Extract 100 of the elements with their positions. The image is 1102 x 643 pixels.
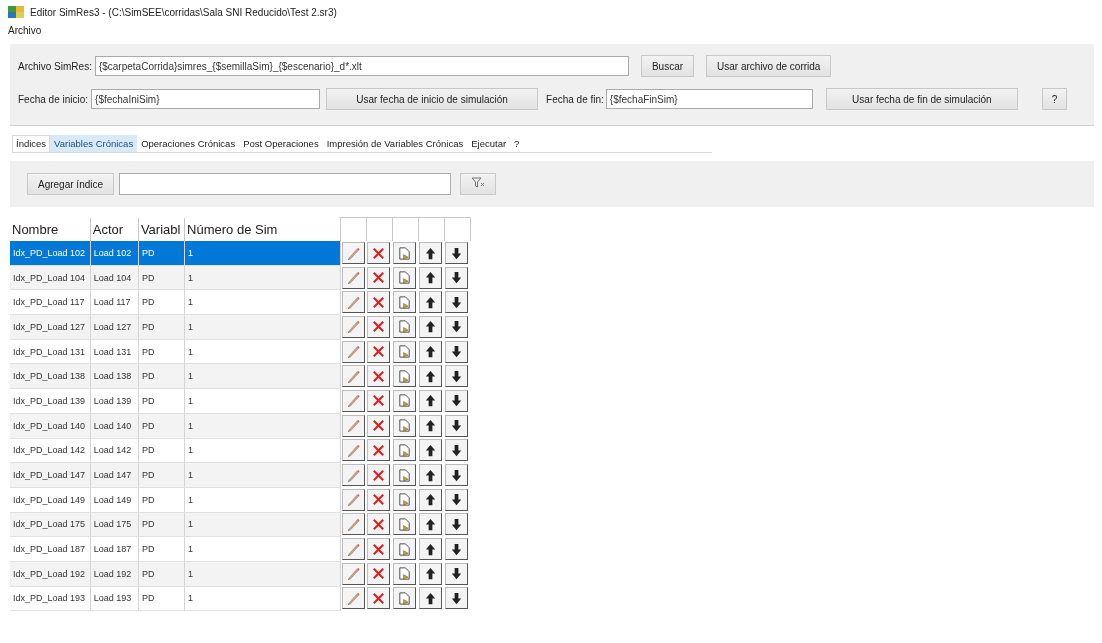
document-button[interactable]: [393, 242, 417, 265]
delete-button[interactable]: [367, 513, 391, 536]
edit-button[interactable]: [341, 340, 365, 363]
search-button[interactable]: Buscar: [640, 55, 695, 77]
document-button[interactable]: [393, 315, 417, 338]
tab[interactable]: ?: [510, 135, 524, 152]
edit-button[interactable]: [341, 488, 365, 511]
down-arrow-button[interactable]: [445, 562, 469, 585]
use-file-button[interactable]: Usar archivo de corrida: [706, 55, 832, 77]
up-arrow-button[interactable]: [419, 464, 443, 487]
edit-button[interactable]: [341, 513, 365, 536]
down-arrow-button[interactable]: [445, 513, 469, 536]
document-button[interactable]: [393, 340, 417, 363]
document-button[interactable]: [393, 488, 417, 511]
tab[interactable]: Índices: [12, 135, 51, 152]
document-button[interactable]: [393, 464, 417, 487]
column-header[interactable]: Actor: [90, 217, 139, 241]
down-arrow-button[interactable]: [445, 587, 469, 610]
edit-button[interactable]: [341, 562, 365, 585]
up-arrow-button[interactable]: [419, 389, 443, 412]
up-arrow-button[interactable]: [419, 414, 443, 437]
file-field[interactable]: {$carpetaCorrida}simres_{$semillaSim}_{$escenario}_d*.xlt: [94, 56, 629, 76]
delete-button[interactable]: [367, 587, 391, 610]
delete-button[interactable]: [367, 291, 391, 314]
up-arrow-button[interactable]: [419, 340, 443, 363]
edit-button[interactable]: [341, 315, 365, 338]
document-button[interactable]: [393, 562, 417, 585]
up-arrow-button[interactable]: [419, 315, 443, 338]
down-arrow-button[interactable]: [445, 538, 469, 561]
end-date-field[interactable]: {$fechaFinSim}: [605, 89, 813, 109]
delete-button[interactable]: [367, 488, 391, 511]
delete-button[interactable]: [367, 365, 391, 388]
down-arrow-button[interactable]: [445, 266, 469, 289]
delete-button[interactable]: [367, 242, 391, 265]
up-arrow-button[interactable]: [419, 365, 443, 388]
up-arrow-button[interactable]: [419, 488, 443, 511]
edit-button[interactable]: [341, 464, 365, 487]
delete-button[interactable]: [367, 562, 391, 585]
document-button[interactable]: [393, 587, 417, 610]
edit-button[interactable]: [341, 587, 365, 610]
table-cell: 1: [184, 241, 341, 266]
edit-button[interactable]: [341, 365, 365, 388]
down-arrow-button[interactable]: [445, 291, 469, 314]
up-arrow-button[interactable]: [419, 439, 443, 462]
up-arrow-button[interactable]: [419, 266, 443, 289]
down-arrow-button[interactable]: [445, 242, 469, 265]
document-button[interactable]: [393, 439, 417, 462]
tab[interactable]: Post Operaciones: [239, 135, 323, 152]
document-icon: [397, 590, 413, 606]
tab[interactable]: Impresión de Variables Crónicas: [322, 135, 468, 152]
down-arrow-button[interactable]: [445, 389, 469, 412]
up-arrow-button[interactable]: [419, 513, 443, 536]
up-arrow-button[interactable]: [419, 538, 443, 561]
delete-button[interactable]: [367, 315, 391, 338]
edit-button[interactable]: [341, 242, 365, 265]
column-header[interactable]: Nombre: [10, 217, 91, 241]
edit-button[interactable]: [341, 291, 365, 314]
delete-button[interactable]: [367, 464, 391, 487]
use-end-date-button[interactable]: Usar fecha de fin de simulación: [825, 88, 1018, 110]
delete-button[interactable]: [367, 439, 391, 462]
down-arrow-button[interactable]: [445, 488, 469, 511]
document-button[interactable]: [393, 513, 417, 536]
down-arrow-button[interactable]: [445, 414, 469, 437]
column-header[interactable]: Número de Sim: [184, 217, 341, 241]
document-button[interactable]: [393, 414, 417, 437]
edit-button[interactable]: [341, 538, 365, 561]
document-button[interactable]: [393, 266, 417, 289]
down-arrow-button[interactable]: [445, 439, 469, 462]
help-button[interactable]: ?: [1041, 88, 1068, 110]
start-date-field[interactable]: {$fechaIniSim}: [91, 89, 321, 109]
delete-button[interactable]: [367, 414, 391, 437]
menu-item[interactable]: Archivo: [8, 24, 42, 36]
document-button[interactable]: [393, 291, 417, 314]
edit-button[interactable]: [341, 439, 365, 462]
use-start-date-button[interactable]: Usar fecha de inicio de simulación: [326, 88, 539, 110]
down-arrow-button[interactable]: [445, 464, 469, 487]
up-arrow-button[interactable]: [419, 242, 443, 265]
tab[interactable]: Variables Crónicas: [50, 135, 138, 152]
down-arrow-button[interactable]: [445, 315, 469, 338]
filter-button[interactable]: [460, 173, 497, 195]
add-index-button[interactable]: Agregar índice: [27, 173, 115, 195]
delete-button[interactable]: [367, 538, 391, 561]
up-arrow-button[interactable]: [419, 587, 443, 610]
document-button[interactable]: [393, 389, 417, 412]
column-header[interactable]: Variabl: [138, 217, 185, 241]
tab[interactable]: Operaciones Crónicas: [137, 135, 240, 152]
down-arrow-button[interactable]: [445, 365, 469, 388]
delete-button[interactable]: [367, 389, 391, 412]
up-arrow-button[interactable]: [419, 291, 443, 314]
tab[interactable]: Ejecutar: [467, 135, 511, 152]
up-arrow-button[interactable]: [419, 562, 443, 585]
filter-field[interactable]: [119, 173, 452, 195]
document-button[interactable]: [393, 365, 417, 388]
delete-button[interactable]: [367, 266, 391, 289]
edit-button[interactable]: [341, 414, 365, 437]
document-button[interactable]: [393, 538, 417, 561]
edit-button[interactable]: [341, 266, 365, 289]
delete-button[interactable]: [367, 340, 391, 363]
edit-button[interactable]: [341, 389, 365, 412]
down-arrow-button[interactable]: [445, 340, 469, 363]
